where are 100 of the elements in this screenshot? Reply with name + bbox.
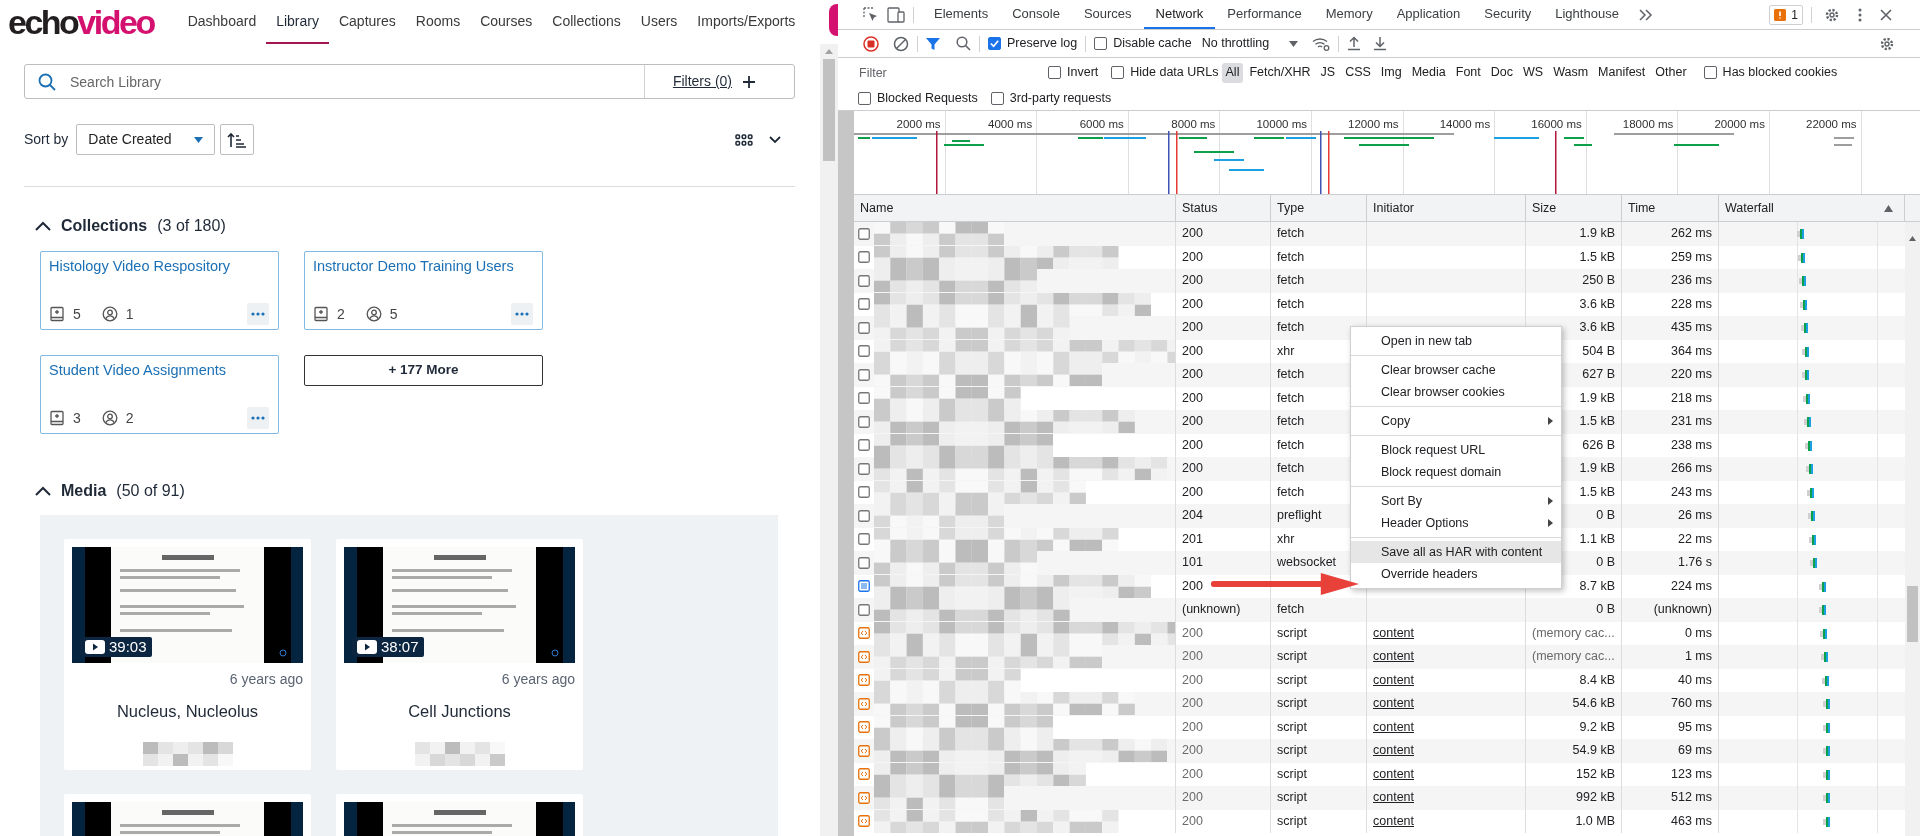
upload-icon[interactable]	[1347, 36, 1362, 51]
menu-item[interactable]: Open in new tab	[1351, 330, 1561, 352]
more-options-button[interactable]	[247, 407, 269, 429]
search-bar[interactable]: Search Library Filters (0)	[24, 64, 795, 99]
plus-icon[interactable]	[742, 74, 756, 89]
devtools-tab[interactable]: Elements	[922, 0, 1001, 29]
devtools-tab[interactable]: Sources	[1071, 0, 1144, 29]
checkbox[interactable]	[990, 92, 1004, 105]
resource-type-filter[interactable]: Other	[1651, 62, 1691, 83]
devtools-tab[interactable]: Security	[1472, 0, 1544, 29]
settings-icon[interactable]	[1824, 6, 1840, 23]
scrollbar-thumb[interactable]	[1907, 586, 1918, 642]
resource-type-filter[interactable]: Img	[1376, 62, 1406, 83]
checkbox[interactable]	[1094, 37, 1108, 50]
resource-type-filter[interactable]: WS	[1519, 62, 1548, 83]
issues-badge[interactable]: 1	[1769, 4, 1803, 25]
search-field[interactable]: Search Library	[70, 65, 644, 98]
column-header[interactable]: Waterfall	[1719, 195, 1905, 221]
throttling-select[interactable]: No throttling	[1201, 34, 1299, 53]
checkbox-label[interactable]: Hide data URLs	[1130, 63, 1219, 82]
resource-type-filter[interactable]: Media	[1407, 62, 1450, 83]
close-icon[interactable]	[1880, 8, 1892, 21]
search-icon[interactable]	[956, 36, 971, 51]
column-header[interactable]: Size	[1526, 195, 1622, 221]
menu-item[interactable]: Sort By	[1351, 490, 1561, 512]
scrollbar[interactable]	[820, 44, 838, 836]
download-icon[interactable]	[1373, 36, 1388, 51]
media-card[interactable]: 38:07 6 years ago Cell Junctions	[336, 539, 583, 770]
menu-item[interactable]: Copy	[1351, 410, 1561, 432]
scroll-up-icon[interactable]	[1909, 236, 1916, 241]
initiator-link[interactable]: content	[1373, 811, 1414, 831]
devtools-tab[interactable]: Application	[1384, 0, 1473, 29]
nav-link[interactable]: Rooms	[405, 0, 471, 44]
more-tabs-icon[interactable]	[1638, 8, 1653, 21]
checkbox[interactable]	[988, 37, 1001, 50]
checkbox-label[interactable]: 3rd-party requests	[1009, 89, 1112, 108]
menu-item[interactable]: Header Options	[1351, 512, 1561, 534]
checkbox[interactable]	[1111, 66, 1125, 79]
nav-link[interactable]: Users	[630, 0, 688, 44]
collection-title[interactable]: Histology Video Respository	[49, 256, 270, 278]
chevron-down-icon[interactable]	[769, 135, 781, 144]
checkbox[interactable]	[1048, 66, 1061, 79]
menu-item[interactable]: Override headers	[1351, 563, 1561, 585]
collection-card[interactable]: Instructor Demo Training Users 2 5	[304, 251, 543, 330]
menu-item[interactable]: Block request domain	[1351, 461, 1561, 483]
nav-link[interactable]: Collections	[542, 0, 631, 44]
resource-type-filter[interactable]: Doc	[1486, 62, 1517, 83]
clear-icon[interactable]	[893, 35, 909, 52]
checkbox-label[interactable]: Has blocked cookies	[1722, 63, 1838, 82]
initiator-link[interactable]: content	[1373, 670, 1414, 690]
settings-icon[interactable]	[1879, 35, 1895, 52]
menu-icon[interactable]	[1858, 7, 1862, 22]
checkbox-label[interactable]: Preserve log	[1007, 34, 1078, 53]
initiator-link[interactable]: content	[1373, 623, 1414, 643]
more-options-button[interactable]	[247, 303, 269, 325]
resource-type-filter[interactable]: CSS	[1341, 62, 1375, 83]
checkbox-label[interactable]: Blocked Requests	[877, 89, 978, 108]
menu-item[interactable]: Block request URL	[1351, 439, 1561, 461]
checkbox-label[interactable]: Invert	[1067, 63, 1099, 82]
resource-type-filter[interactable]: Fetch/XHR	[1245, 62, 1315, 83]
resource-type-filter[interactable]: JS	[1316, 62, 1340, 83]
collapse-icon[interactable]	[35, 486, 51, 496]
collapse-icon[interactable]	[35, 221, 51, 231]
nav-link[interactable]: Dashboard	[177, 0, 267, 44]
menu-item[interactable]: Clear browser cache	[1351, 359, 1561, 381]
grid-view-icon[interactable]	[735, 133, 753, 146]
devtools-tab[interactable]: Console	[1000, 0, 1072, 29]
menu-item[interactable]: Clear browser cookies	[1351, 381, 1561, 403]
menu-item[interactable]: Save all as HAR with content	[1351, 541, 1561, 563]
more-options-button[interactable]	[511, 303, 533, 325]
nav-link[interactable]: Captures	[328, 0, 406, 44]
filters-link[interactable]: Filters (0)	[672, 71, 732, 92]
resource-type-filter[interactable]: Wasm	[1549, 62, 1593, 83]
scrollbar-thumb[interactable]	[823, 59, 835, 161]
scrollbar[interactable]	[1905, 222, 1920, 836]
media-title[interactable]: Nucleus, Nucleolus	[116, 699, 259, 724]
initiator-link[interactable]: content	[1373, 741, 1414, 761]
collection-card[interactable]: Histology Video Respository 5 1	[40, 251, 279, 330]
checkbox-label[interactable]: Disable cache	[1113, 34, 1192, 53]
column-header[interactable]: Name	[854, 195, 1176, 221]
network-conditions-icon[interactable]	[1312, 36, 1331, 51]
media-title[interactable]: Cell Junctions	[408, 699, 511, 724]
filter-icon[interactable]	[926, 36, 940, 51]
devtools-tab[interactable]: Network	[1143, 0, 1216, 29]
devtools-tab[interactable]: Lighthouse	[1543, 0, 1631, 29]
initiator-link[interactable]: content	[1373, 788, 1414, 808]
collection-title[interactable]: Instructor Demo Training Users	[313, 256, 534, 278]
column-header[interactable]: Time	[1622, 195, 1719, 221]
collection-card[interactable]: Student Video Assignments 3 2	[40, 355, 279, 434]
resource-type-filter[interactable]: All	[1221, 62, 1244, 83]
sort-order-button[interactable]	[220, 124, 255, 155]
checkbox[interactable]	[858, 92, 871, 105]
cut-off-button[interactable]	[829, 4, 838, 36]
resource-type-filter[interactable]: Manifest	[1594, 62, 1650, 83]
resource-type-filter[interactable]: Font	[1451, 62, 1485, 83]
checkbox[interactable]	[1703, 66, 1717, 79]
inspect-element-icon[interactable]	[863, 6, 879, 23]
media-card[interactable]: 39:03 6 years ago Nucleus, Nucleolus	[64, 539, 311, 770]
nav-link[interactable]: Courses	[470, 0, 543, 44]
logo[interactable]: echovideo	[0, 5, 154, 39]
